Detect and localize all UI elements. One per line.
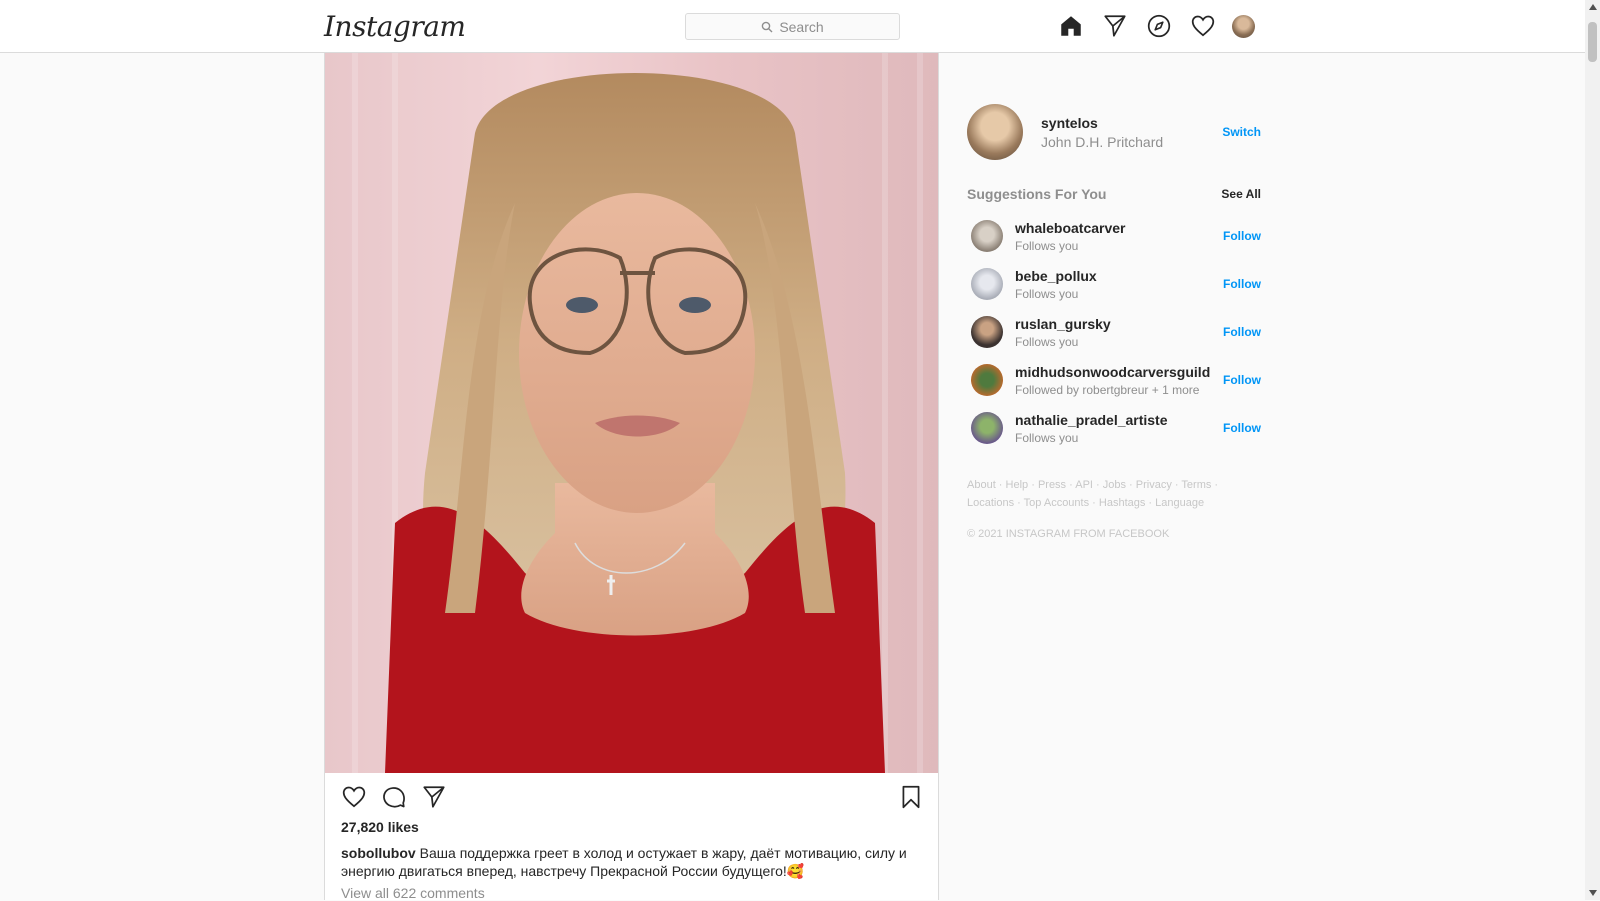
copyright: © 2021 INSTAGRAM FROM FACEBOOK [967,528,1170,540]
search-icon [762,21,773,32]
suggestion-avatar[interactable] [971,316,1003,348]
right-sidebar: syntelos John D.H. Pritchard Switch Sugg… [967,104,1261,540]
feed-post: 27,820 likes sobollubov Ваша поддержка гр… [324,53,939,901]
footer-link-locations[interactable]: Locations [967,497,1014,509]
suggestions-header: Suggestions For You See All [967,184,1261,204]
current-user: syntelos John D.H. Pritchard Switch [967,104,1261,160]
suggestion-item: whaleboatcarver Follows you Follow [967,212,1261,260]
suggestion-subtitle: Follows you [1015,238,1079,253]
post-photo[interactable] [325,53,938,773]
footer-link-privacy[interactable]: Privacy [1136,479,1172,491]
footer-link-terms[interactable]: Terms [1181,479,1211,491]
suggestion-subtitle: Followed by robertgbreur + 1 more [1015,382,1200,397]
share-icon[interactable] [421,784,447,810]
likes-count[interactable]: 27,820 likes [341,819,419,835]
bookmark-icon[interactable] [898,784,924,810]
avatar[interactable] [967,104,1023,160]
caption-text: Ваша поддержка греет в холод и остужает … [341,845,907,879]
home-icon[interactable] [1058,13,1084,39]
current-username[interactable]: syntelos [1041,115,1222,131]
top-navigation-bar: Instagram Search [0,0,1585,53]
suggestion-item: bebe_pollux Follows you Follow [967,260,1261,308]
suggestion-avatar[interactable] [971,364,1003,396]
activity-heart-icon[interactable] [1190,13,1216,39]
suggestion-avatar[interactable] [971,268,1003,300]
follow-button[interactable]: Follow [1223,421,1261,435]
footer-link-about[interactable]: About [967,479,996,491]
suggestion-item: nathalie_pradel_artiste Follows you Foll… [967,404,1261,452]
page-scrollbar[interactable] [1585,0,1600,900]
suggestion-subtitle: Follows you [1015,286,1079,301]
suggestions-list: whaleboatcarver Follows you Follow bebe_… [967,212,1261,452]
follow-button[interactable]: Follow [1223,373,1261,387]
suggestion-username[interactable]: whaleboatcarver [1015,220,1223,236]
see-all-button[interactable]: See All [1221,187,1261,201]
footer-link-language[interactable]: Language [1155,497,1204,509]
footer-link-api[interactable]: API [1075,479,1093,491]
footer-link-help[interactable]: Help [1006,479,1029,491]
instagram-logo[interactable]: Instagram [324,10,466,43]
follow-button[interactable]: Follow [1223,325,1261,339]
suggestion-item: midhudsonwoodcarversguild Followed by ro… [967,356,1261,404]
follow-button[interactable]: Follow [1223,229,1261,243]
suggestion-username[interactable]: nathalie_pradel_artiste [1015,412,1223,428]
suggestion-subtitle: Follows you [1015,334,1079,349]
post-action-bar [341,784,447,810]
current-full-name: John D.H. Pritchard [1041,133,1164,150]
profile-avatar[interactable] [1232,14,1255,38]
footer-link-jobs[interactable]: Jobs [1103,479,1126,491]
footer-link-top-accounts[interactable]: Top Accounts [1024,497,1089,509]
suggestion-username[interactable]: midhudsonwoodcarversguild [1015,364,1223,380]
suggestion-username[interactable]: bebe_pollux [1015,268,1223,284]
portrait-photo [352,53,923,773]
scroll-down-icon[interactable] [1589,890,1597,896]
nav-icons [1058,13,1255,39]
suggestion-subtitle: Follows you [1015,430,1079,445]
footer-link-hashtags[interactable]: Hashtags [1099,497,1145,509]
scroll-up-icon[interactable] [1589,4,1597,10]
switch-account-button[interactable]: Switch [1222,125,1261,139]
footer-link-press[interactable]: Press [1038,479,1066,491]
search-input[interactable]: Search [685,13,900,40]
suggestion-avatar[interactable] [971,412,1003,444]
search-placeholder: Search [779,18,824,35]
direct-message-icon[interactable] [1102,13,1128,39]
comment-icon[interactable] [381,784,407,810]
suggestions-title: Suggestions For You [967,186,1107,202]
suggestion-avatar[interactable] [971,220,1003,252]
view-comments-link[interactable]: View all 622 comments [341,885,485,901]
follow-button[interactable]: Follow [1223,277,1261,291]
footer-links: About · Help · Press · API · Jobs · Priv… [967,479,1219,509]
suggestion-username[interactable]: ruslan_gursky [1015,316,1223,332]
scroll-thumb[interactable] [1588,22,1597,62]
caption-username[interactable]: sobollubov [341,845,416,861]
like-heart-icon[interactable] [341,784,367,810]
suggestion-item: ruslan_gursky Follows you Follow [967,308,1261,356]
explore-compass-icon[interactable] [1146,13,1172,39]
post-caption: sobollubov Ваша поддержка греет в холод и… [341,844,911,880]
